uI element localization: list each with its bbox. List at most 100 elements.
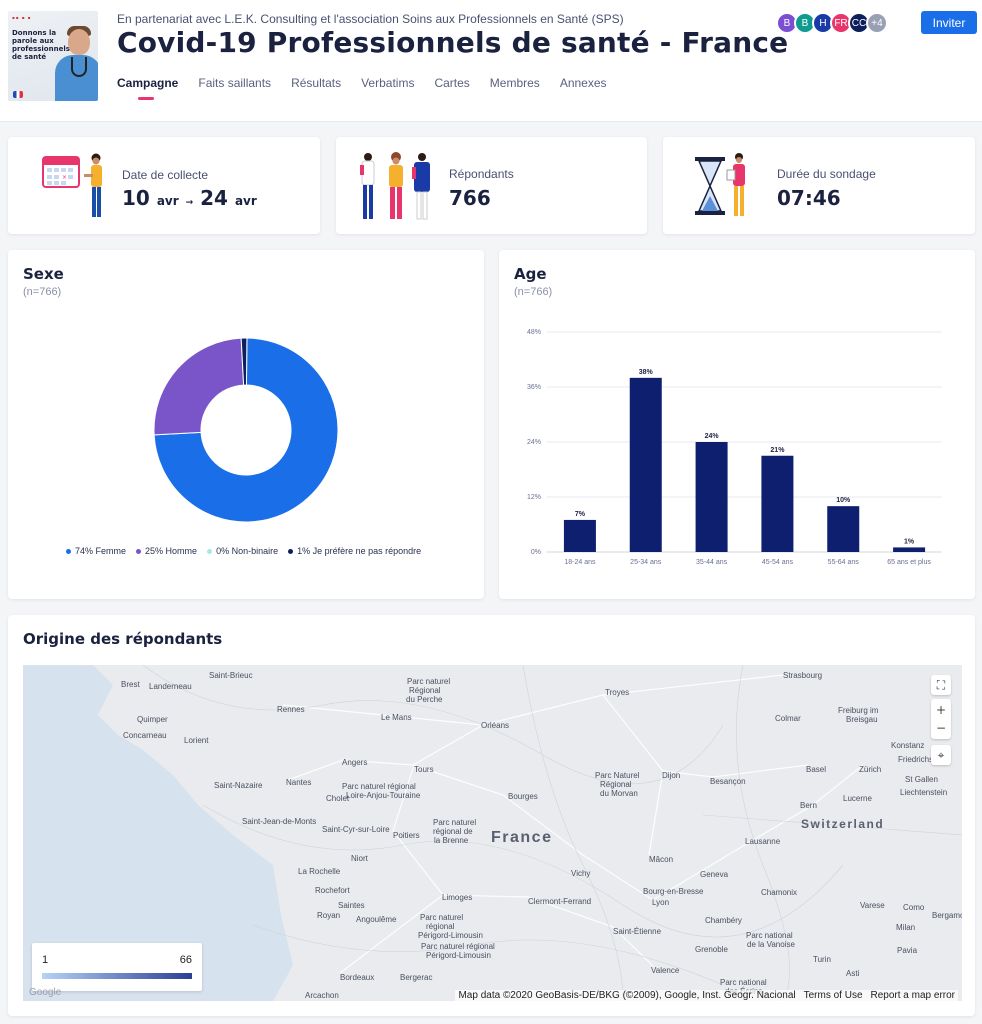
tab-resultats[interactable]: Résultats xyxy=(291,76,341,100)
map-city-label: Milan xyxy=(896,923,916,932)
map-city-label: Asti xyxy=(846,969,860,978)
map-city-label: du Perche xyxy=(406,695,443,704)
map-city-label: Bourg-en-Bresse xyxy=(643,887,704,896)
stat-label-duration: Durée du sondage xyxy=(777,167,876,181)
nav-tabs: Campagne Faits saillants Résultats Verba… xyxy=(117,76,627,100)
tab-campagne[interactable]: Campagne xyxy=(117,76,178,100)
map-city-label: Nantes xyxy=(286,778,312,787)
legend-item-prefer-not[interactable]: 1% Je préfère ne pas répondre xyxy=(288,546,421,556)
sexe-chart-card: Sexe (n=766) 74% Femme 25% Homme 0% Non-… xyxy=(8,250,484,599)
thumbnail-text: Donnons la parole aux professionnels de … xyxy=(12,29,70,61)
map-city-label: Basel xyxy=(806,765,827,774)
member-avatars: B B H FR CC +4 xyxy=(776,12,888,34)
bar-value-label: 24% xyxy=(705,433,720,440)
tab-membres[interactable]: Membres xyxy=(490,76,540,100)
map-city-label: Parc naturel régional xyxy=(342,782,416,791)
map-city-label: Régional xyxy=(600,780,632,789)
x-tick-label: 18-24 ans xyxy=(564,559,596,566)
legend-dot-prefer-not xyxy=(288,548,294,554)
avatar[interactable]: +4 xyxy=(866,12,888,34)
y-tick-label: 48% xyxy=(527,329,541,336)
map-city-label: Lausanne xyxy=(745,837,781,846)
map-city-label: Quimper xyxy=(137,715,168,724)
bar-value-label: 38% xyxy=(639,369,654,376)
legend-label-femme: 74% Femme xyxy=(75,546,127,556)
legend-dot-homme xyxy=(136,548,142,554)
map-city-label: Turin xyxy=(813,955,831,964)
map-city-label: de la Vanoise xyxy=(747,940,795,949)
campaign-thumbnail[interactable]: ▪▪ ▪ ▪ Donnons la parole aux professionn… xyxy=(8,11,98,101)
stat-card-duration: Durée du sondage 07:46 xyxy=(663,137,975,234)
map-city-label: Dijon xyxy=(662,771,681,780)
map-city-label: Como xyxy=(903,903,925,912)
terms-link[interactable]: Terms of Use xyxy=(804,990,863,1001)
map-city-label: Périgord-Limousin xyxy=(426,951,491,960)
map-city-label: Brest xyxy=(121,680,140,689)
age-bar[interactable] xyxy=(761,455,794,552)
map-attribution: Map data ©2020 GeoBasis-DE/BKG (©2009), … xyxy=(455,990,958,1001)
age-chart-card: Age (n=766) 0% 12% 24% 36% 48% 7% 18-24 ans 38%… xyxy=(499,250,975,599)
map-city-label: Liechtenstein xyxy=(900,788,948,797)
stat-value-collection: 10 avr → 24 avr xyxy=(122,186,257,210)
fullscreen-icon[interactable]: ⛶ xyxy=(931,675,951,695)
map-country-switzerland: Switzerland xyxy=(801,817,885,831)
map-city-label: Zürich xyxy=(859,765,882,774)
age-bar[interactable] xyxy=(695,442,728,552)
x-tick-label: 35-44 ans xyxy=(696,559,728,566)
map-city-label: Mâcon xyxy=(649,855,674,864)
map-city-label: Troyes xyxy=(605,688,630,697)
stat-card-respondents: Répondants 766 xyxy=(336,137,647,234)
map-city-label: Saint-Cyr-sur-Loire xyxy=(322,825,390,834)
map-city-label: Valence xyxy=(651,966,680,975)
map-city-label: Angers xyxy=(342,758,368,767)
map-city-label: Bergamo xyxy=(932,911,962,920)
map-city-label: régional de xyxy=(433,827,473,836)
report-map-error-link[interactable]: Report a map error xyxy=(871,990,955,1001)
tab-annexes[interactable]: Annexes xyxy=(560,76,607,100)
invite-button[interactable]: Inviter xyxy=(921,11,977,34)
map-city-label: Régional xyxy=(409,686,441,695)
age-bar[interactable] xyxy=(563,519,596,552)
map-city-label: Parc national xyxy=(720,978,767,987)
map-city-label: Saint-Jean-de-Monts xyxy=(242,817,317,826)
end-day: 24 xyxy=(200,186,228,210)
map-city-label: Konstanz xyxy=(891,741,925,750)
age-bar[interactable] xyxy=(827,506,860,552)
map-city-label: Arcachon xyxy=(305,991,339,1000)
tab-faits-saillants[interactable]: Faits saillants xyxy=(198,76,271,100)
map-city-label: Parc national xyxy=(746,931,793,940)
map-city-label: St Gallen xyxy=(905,775,938,784)
legend-item-non-binaire[interactable]: 0% Non-binaire xyxy=(207,546,278,556)
age-bar[interactable] xyxy=(629,377,662,552)
map-city-label: Parc naturel xyxy=(407,677,451,686)
map-city-label: Lorient xyxy=(184,736,209,745)
map-city-label: Lyon xyxy=(652,898,670,907)
map-city-label: Saint-Brieuc xyxy=(209,671,253,680)
map-country-france: France xyxy=(491,829,553,846)
tab-cartes[interactable]: Cartes xyxy=(434,76,469,100)
legend-item-femme[interactable]: 74% Femme xyxy=(66,546,126,556)
map-city-label: Rochefort xyxy=(315,886,350,895)
locate-icon[interactable]: ⌖ xyxy=(931,745,951,765)
donut-slice[interactable] xyxy=(153,337,245,436)
map-city-label: Poitiers xyxy=(393,831,420,840)
age-bar[interactable] xyxy=(893,547,926,552)
map-city-label: Freiburg im xyxy=(838,706,879,715)
map-city-label: Rennes xyxy=(277,705,305,714)
map-city-label: La Rochelle xyxy=(298,867,341,876)
stat-value-duration: 07:46 xyxy=(777,186,841,210)
zoom-out-icon[interactable]: − xyxy=(936,719,946,737)
stethoscope-icon xyxy=(71,57,87,77)
tab-verbatims[interactable]: Verbatims xyxy=(361,76,414,100)
people-illustration-icon xyxy=(360,152,430,220)
scale-gradient xyxy=(42,973,192,979)
zoom-in-icon[interactable]: + xyxy=(936,701,946,719)
legend-label-homme: 25% Homme xyxy=(145,546,198,556)
respondents-map[interactable]: Brest Landerneau Saint-Brieuc Rennes Quimper… xyxy=(23,665,962,1001)
map-city-label: Parc naturel xyxy=(420,913,464,922)
map-city-label: Orléans xyxy=(481,721,510,730)
map-city-label: Loire-Anjou-Touraine xyxy=(346,791,421,800)
legend-item-homme[interactable]: 25% Homme xyxy=(136,546,197,556)
zoom-controls: + − xyxy=(931,699,951,739)
map-city-label: Parc Naturel xyxy=(595,771,640,780)
